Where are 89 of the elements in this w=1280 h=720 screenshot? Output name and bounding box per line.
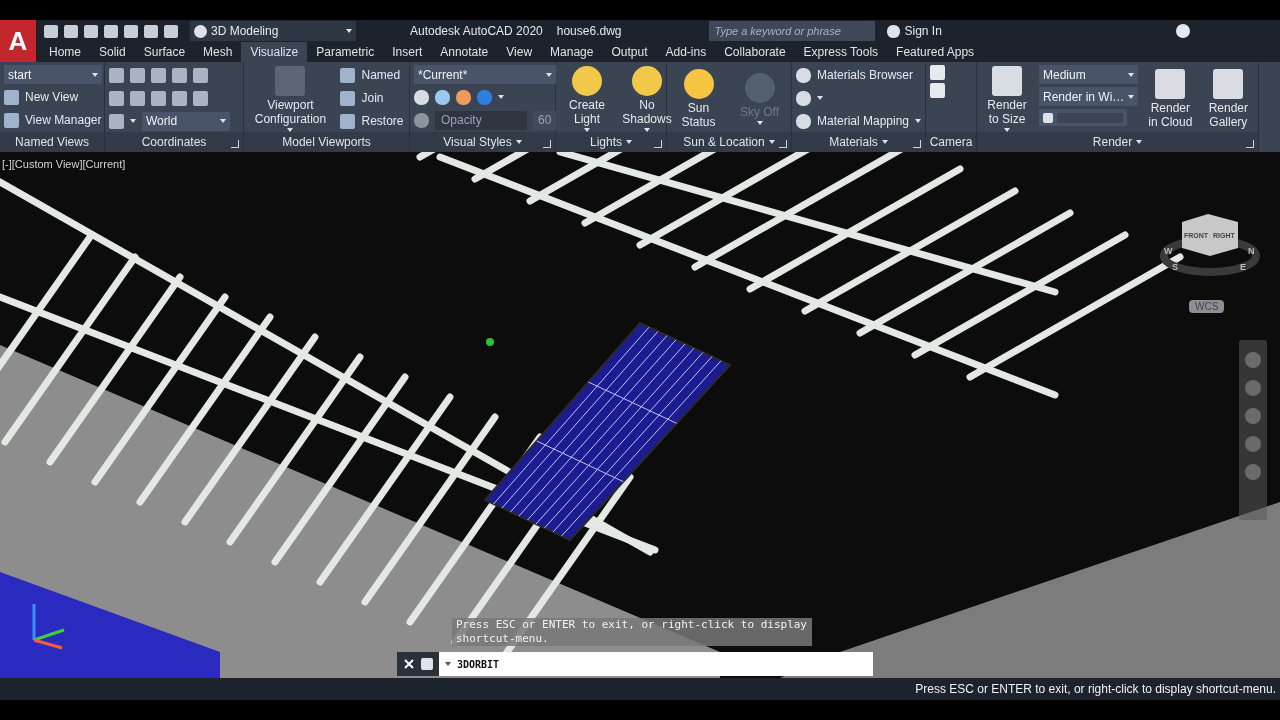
ribbon-button[interactable]: Restore [340, 111, 404, 131]
panel-title: Coordinates [141, 135, 207, 149]
dropdown[interactable]: *Current* [414, 65, 557, 84]
tool-icon [340, 113, 356, 129]
toolbar-icon[interactable] [64, 24, 78, 38]
ribbon-button[interactable]: Viewport Configuration [249, 65, 332, 132]
command-input[interactable]: 3DORBIT [439, 652, 873, 676]
caret-icon[interactable] [768, 140, 775, 144]
caret-icon[interactable] [130, 119, 136, 123]
ribbon-tab[interactable]: Annotate [431, 42, 498, 62]
ribbon-tab[interactable]: Add-ins [656, 42, 716, 62]
panel-title: Model Viewports [282, 135, 371, 149]
toolbar-icon[interactable] [44, 24, 58, 38]
launcher-icon[interactable] [779, 140, 787, 148]
ribbon-tab[interactable]: Solid [90, 42, 135, 62]
ribbon-button[interactable]: Material Mapping [796, 111, 922, 131]
tool-icon [340, 67, 356, 83]
ribbon-button[interactable]: Render Gallery [1202, 68, 1255, 129]
launcher-icon[interactable] [543, 140, 551, 148]
viewport-label[interactable]: [-][Custom View][Current] [2, 158, 126, 170]
ribbon-tab[interactable]: Insert [383, 42, 432, 62]
caret-icon[interactable] [626, 140, 632, 144]
ribbon-button[interactable]: Render to Size [981, 65, 1033, 132]
viewport-icon [275, 65, 306, 96]
launcher-icon[interactable] [231, 140, 239, 148]
tool-icon [796, 113, 811, 129]
ribbon-tab[interactable]: View [497, 42, 542, 62]
status-message: Press ESC or ENTER to exit, or right-click to display shortcut-menu. [915, 682, 1276, 696]
ribbon-tab[interactable]: Express Tools [794, 42, 888, 62]
toolbar-icon[interactable] [104, 24, 118, 38]
panel-title: Render [1092, 135, 1133, 149]
ribbon-tab[interactable]: Collaborate [715, 42, 795, 62]
file-name: house6.dwg [556, 24, 622, 38]
ribbon-tab[interactable]: Home [40, 42, 90, 62]
close-icon[interactable] [404, 659, 414, 669]
launcher-icon[interactable] [913, 140, 921, 148]
ribbon-tab[interactable]: Manage [541, 42, 603, 62]
compass-label: N [1248, 246, 1255, 256]
tool-icon [340, 90, 356, 106]
ribbon-tab[interactable]: Parametric [307, 42, 384, 62]
ribbon-button[interactable]: View Manager [4, 110, 102, 130]
tool-icon [4, 112, 19, 128]
ribbon-button[interactable]: Materials Browser [796, 65, 922, 85]
compass-label: S [1172, 262, 1178, 272]
panel-title: Named Views [15, 135, 89, 149]
workspace-dropdown[interactable]: 3D Modeling [190, 21, 356, 41]
search-field[interactable]: Type a keyword or phrase [709, 21, 876, 41]
compass-label: E [1240, 262, 1246, 272]
launcher-icon[interactable] [1246, 140, 1254, 148]
toolbar-icon[interactable] [164, 24, 178, 38]
dropdown[interactable]: Render in Wi… [1039, 87, 1139, 106]
ribbon-button[interactable]: Render in Cloud [1144, 68, 1197, 129]
ribbon-tab[interactable]: Mesh [194, 42, 242, 62]
ribbon-button[interactable]: Sun Status [671, 68, 726, 129]
toolbar-icon[interactable] [144, 24, 158, 38]
ribbon-button[interactable]: New View [4, 87, 102, 107]
panel-title: Camera [929, 135, 973, 149]
panel-title: Materials [829, 135, 878, 149]
style-icon[interactable] [435, 89, 450, 105]
dropdown[interactable]: start [4, 65, 102, 84]
tool-icon [796, 67, 811, 83]
opacity-value: 60 [533, 110, 557, 130]
style-icon[interactable] [414, 89, 429, 105]
dropdown[interactable]: Medium [1039, 65, 1139, 84]
sign-in-button[interactable]: Sign In [904, 24, 942, 38]
style-icon[interactable] [456, 89, 471, 105]
caret-icon[interactable] [881, 140, 888, 144]
dropdown[interactable]: World [142, 111, 230, 131]
ribbon-button[interactable]: Named [340, 65, 404, 85]
tool-icon [4, 89, 19, 105]
panel-title: Lights [590, 135, 622, 149]
transparency-icon [414, 112, 429, 128]
ribbon-tab[interactable]: Surface [134, 42, 195, 62]
ribbon-tab[interactable]: Visualize [241, 42, 308, 62]
launcher-icon[interactable] [654, 140, 662, 148]
tooltip: Press ESC or ENTER to exit, or right-click to display shortcut-menu. [452, 618, 812, 646]
app-title: Autodesk AutoCAD 2020 [410, 24, 543, 38]
toolbar-icon[interactable] [124, 24, 138, 38]
panel-title: Sun & Location [683, 135, 765, 149]
ribbon-button[interactable]: Join [340, 88, 404, 108]
caret-icon[interactable] [515, 140, 522, 144]
ribbon-tab[interactable]: Output [602, 42, 657, 62]
ribbon-tab[interactable]: Featured Apps [887, 42, 984, 62]
style-icon[interactable] [796, 90, 811, 106]
toolbar-icon[interactable] [84, 24, 98, 38]
caret-icon[interactable] [1136, 140, 1143, 144]
compass-label: W [1164, 246, 1173, 256]
application-menu-button[interactable]: A [0, 20, 36, 62]
panel-title: Visual Styles [443, 135, 512, 149]
